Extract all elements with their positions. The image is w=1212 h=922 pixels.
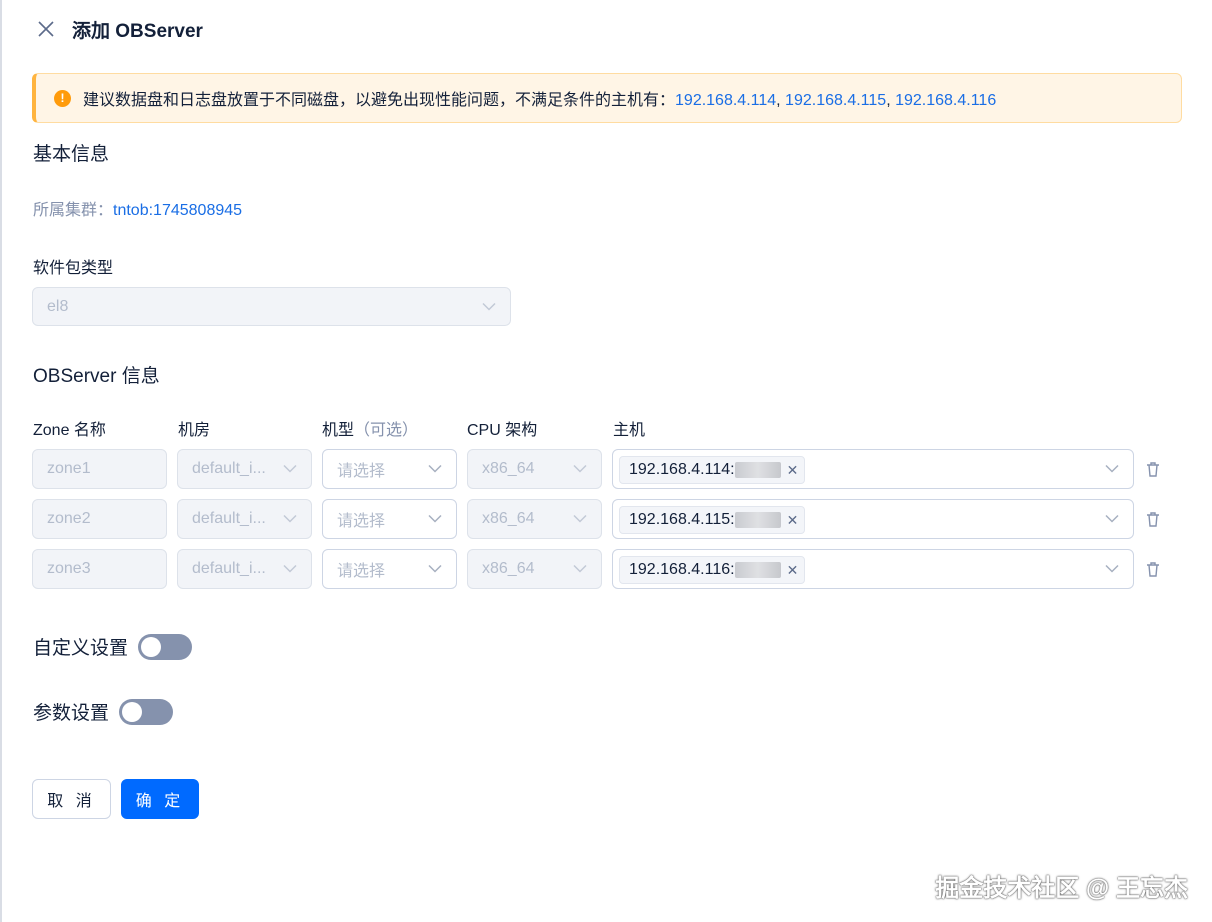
trash-icon[interactable] [1145,511,1161,528]
cpu-arch-value: x86_64 [482,510,535,527]
page-title: 添加 OBServer [72,20,203,42]
model-select[interactable]: 请选择 [322,499,457,539]
chevron-down-icon [428,564,442,574]
chevron-down-icon [1105,464,1119,474]
confirm-button[interactable]: 确 定 [121,779,199,819]
redacted-port [734,562,781,578]
cluster-link[interactable]: tntob:1745808945 [113,202,242,219]
drawer-header: 添加 OBServer [36,14,203,44]
chevron-down-icon [283,514,297,524]
host-tag-label: 192.168.4.115: [629,511,735,528]
cluster-info: 所属集群：tntob:1745808945 [33,196,242,220]
chevron-down-icon [1105,564,1119,574]
cancel-button[interactable]: 取 消 [32,779,111,819]
host-tag-label: 192.168.4.114: [629,461,735,478]
cpu-arch-value: x86_64 [482,560,535,577]
col-model-label: 机型 [322,422,355,439]
param-settings-row: 参数设置 [33,698,174,725]
cpu-arch-select: x86_64 [467,499,602,539]
idc-value: default_i... [192,560,266,577]
alert-host-link[interactable]: 192.168.4.116 [895,92,996,109]
idc-value: default_i... [192,460,266,477]
redacted-port [734,512,781,528]
col-zone-name: Zone 名称 [33,422,106,439]
tag-close-icon[interactable]: ✕ [787,462,799,479]
package-type-label: 软件包类型 [33,260,114,277]
alert-text: 建议数据盘和日志盘放置于不同磁盘，以避免出现性能问题，不满足条件的主机有： [83,92,676,109]
custom-settings-toggle[interactable] [138,633,193,660]
package-type-value: el8 [47,297,69,315]
tag-close-icon[interactable]: ✕ [787,562,799,579]
close-icon[interactable] [36,19,56,39]
zone-name-input: zone2 [32,499,167,539]
alert-message: 建议数据盘和日志盘放置于不同磁盘，以避免出现性能问题，不满足条件的主机有：192… [83,86,996,110]
model-placeholder: 请选择 [337,563,386,580]
model-select[interactable]: 请选择 [322,449,457,489]
col-model: 机型（可选） [322,416,418,440]
zone-name-input: zone1 [32,449,167,489]
warning-alert: ! 建议数据盘和日志盘放置于不同磁盘，以避免出现性能问题，不满足条件的主机有：1… [32,73,1182,123]
param-settings-label: 参数设置 [33,703,110,724]
host-tag: 192.168.4.115: ✕ [619,506,806,534]
warning-icon: ! [54,89,71,107]
chevron-down-icon [428,514,442,524]
alert-host-link[interactable]: 192.168.4.115 [785,92,886,109]
toggle-knob [122,701,143,722]
host-select[interactable]: 192.168.4.115: ✕ [612,499,1134,539]
cpu-arch-select: x86_64 [467,449,602,489]
zone-name-value: zone2 [47,510,91,527]
zone-name-value: zone3 [47,560,91,577]
custom-settings-label: 自定义设置 [33,638,129,659]
basic-info-title: 基本信息 [33,144,110,165]
redacted-port [734,462,781,478]
host-tag: 192.168.4.116: ✕ [619,556,806,584]
idc-select: default_i... [177,549,312,589]
chevron-down-icon [1105,514,1119,524]
chevron-down-icon [283,464,297,474]
trash-icon[interactable] [1145,461,1161,478]
alert-separator: , [886,92,896,109]
trash-icon[interactable] [1145,561,1161,578]
cluster-label: 所属集群： [33,202,114,219]
package-type-select: el8 [32,287,511,326]
custom-settings-row: 自定义设置 [33,633,193,660]
zone-name-input: zone3 [32,549,167,589]
model-placeholder: 请选择 [337,463,386,480]
host-tag-label: 192.168.4.116: [629,561,735,578]
model-select[interactable]: 请选择 [322,549,457,589]
zone-name-value: zone1 [47,460,91,477]
host-select[interactable]: 192.168.4.114: ✕ [612,449,1134,489]
window-left-border [0,0,2,922]
idc-value: default_i... [192,510,266,527]
host-select[interactable]: 192.168.4.116: ✕ [612,549,1134,589]
chevron-down-icon [573,514,587,524]
idc-select: default_i... [177,499,312,539]
tag-close-icon[interactable]: ✕ [787,512,799,529]
cpu-arch-select: x86_64 [467,549,602,589]
observer-info-title: OBServer 信息 [33,366,160,387]
model-placeholder: 请选择 [337,513,386,530]
chevron-down-icon [573,464,587,474]
col-host: 主机 [613,422,646,439]
host-tag: 192.168.4.114: ✕ [619,456,806,484]
idc-select: default_i... [177,449,312,489]
col-cpu-arch: CPU 架构 [467,422,538,439]
toggle-knob [141,636,162,657]
col-model-optional: （可选） [354,422,419,439]
watermark: 掘金技术社区 @ 王忘杰 [935,875,1188,902]
alert-separator: , [776,92,786,109]
chevron-down-icon [573,564,587,574]
chevron-down-icon [283,564,297,574]
cpu-arch-value: x86_64 [482,460,535,477]
alert-host-link[interactable]: 192.168.4.114 [675,92,776,109]
col-idc: 机房 [178,422,211,439]
chevron-down-icon [428,464,442,474]
chevron-down-icon [482,302,496,311]
param-settings-toggle[interactable] [119,698,174,725]
